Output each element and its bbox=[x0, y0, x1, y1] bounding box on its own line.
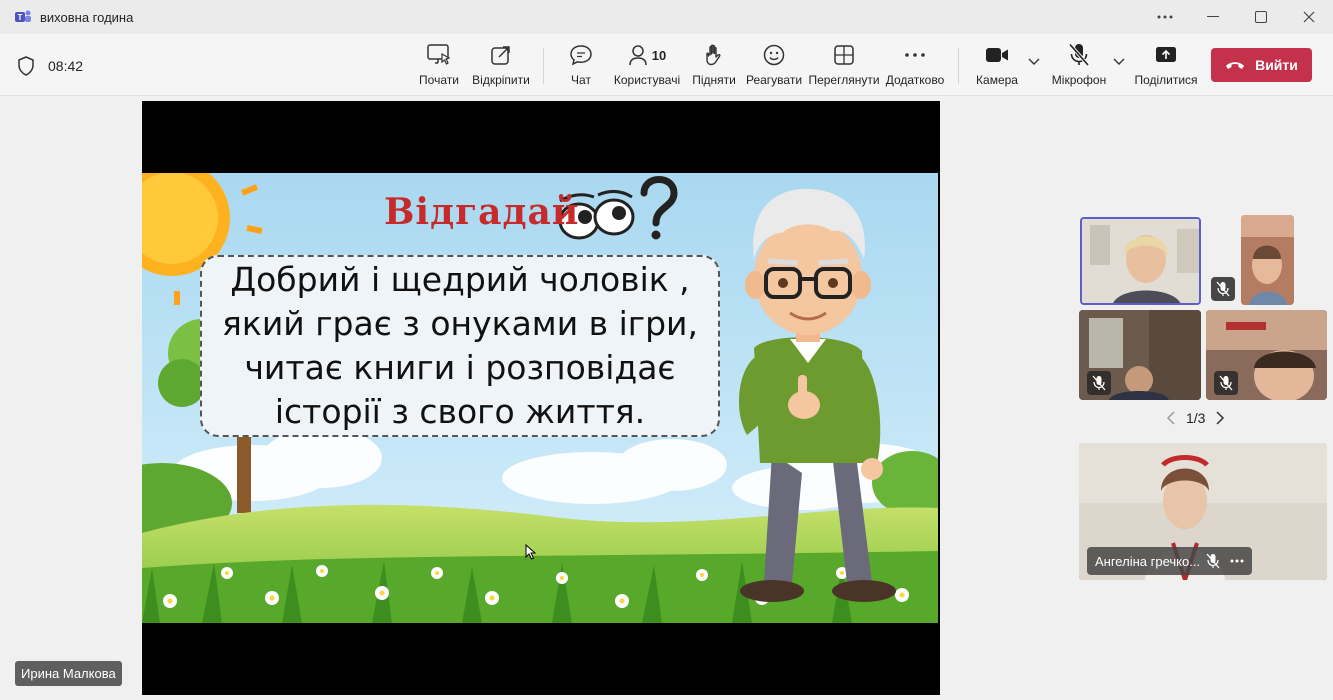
spotlight-name-tag: Ангеліна гречко... bbox=[1087, 547, 1253, 575]
participant-tile[interactable] bbox=[1241, 215, 1294, 305]
mic-label: Мікрофон bbox=[1051, 73, 1107, 87]
mouse-cursor-icon bbox=[525, 544, 537, 560]
video-feed bbox=[1241, 215, 1294, 305]
hand-icon bbox=[706, 44, 721, 66]
more-dots-icon bbox=[905, 53, 925, 57]
shared-screen: Відгадай Добрий і щедрий чоловік , який … bbox=[142, 101, 940, 695]
tile-mic-off-icon bbox=[1214, 371, 1238, 395]
share-button[interactable]: Поділитися bbox=[1134, 42, 1198, 92]
participant-tile-active-speaker[interactable] bbox=[1080, 217, 1201, 305]
people-icon bbox=[629, 45, 647, 66]
participant-tile[interactable] bbox=[1206, 310, 1327, 400]
gallery-pager: 1/3 bbox=[1166, 410, 1225, 426]
popout-icon bbox=[491, 46, 510, 65]
share-label: Поділитися bbox=[1134, 73, 1198, 87]
presenter-name-tag: Ирина Малкова bbox=[15, 661, 122, 686]
chat-icon bbox=[570, 45, 592, 66]
title-bar: T виховна година bbox=[0, 0, 1333, 34]
riddle-box: Добрий і щедрий чоловік , який грає з он… bbox=[200, 255, 720, 437]
video-feed bbox=[1082, 219, 1199, 303]
slide: Відгадай Добрий і щедрий чоловік , який … bbox=[142, 173, 938, 623]
react-label: Реагувати bbox=[745, 73, 803, 87]
toolbar-divider bbox=[543, 48, 544, 84]
chevron-left-icon[interactable] bbox=[1166, 411, 1176, 425]
more-options-icon[interactable] bbox=[1141, 0, 1189, 34]
raise-hand-button[interactable]: Підняти bbox=[692, 42, 736, 92]
screen-pointer-icon bbox=[427, 44, 451, 65]
participant-tile[interactable] bbox=[1079, 310, 1201, 400]
react-button[interactable]: Реагувати bbox=[745, 42, 803, 92]
view-label: Переглянути bbox=[808, 73, 880, 87]
window-title: виховна година bbox=[40, 9, 134, 25]
raise-hand-label: Підняти bbox=[692, 73, 736, 87]
camera-icon bbox=[986, 48, 1008, 62]
chat-label: Чат bbox=[571, 73, 591, 87]
chat-button[interactable]: Чат bbox=[565, 42, 597, 92]
mic-off-icon bbox=[1068, 43, 1090, 67]
teams-logo-icon: T bbox=[15, 10, 31, 22]
camera-chevron-down-icon[interactable] bbox=[1028, 58, 1040, 66]
start-label: Почати bbox=[419, 73, 459, 87]
maximize-icon[interactable] bbox=[1237, 0, 1285, 34]
more-label: Додатково bbox=[885, 73, 945, 87]
people-label: Користувачі bbox=[613, 73, 681, 87]
meeting-toolbar: 08:42 Почати Відкріпити Чат 10 Користува… bbox=[0, 34, 1333, 96]
people-button[interactable]: 10 Користувачі bbox=[613, 42, 681, 92]
mic-chevron-down-icon[interactable] bbox=[1113, 58, 1125, 66]
popout-label: Відкріпити bbox=[472, 73, 530, 87]
gallery-page-indicator: 1/3 bbox=[1186, 410, 1206, 426]
spotlight-participant-name: Ангеліна гречко... bbox=[1095, 553, 1201, 569]
slide-heading: Відгадай bbox=[384, 191, 580, 233]
more-button[interactable]: Додатково bbox=[885, 42, 945, 92]
grid-view-icon bbox=[834, 45, 854, 65]
shield-icon bbox=[18, 56, 34, 76]
minimize-icon[interactable] bbox=[1189, 0, 1237, 34]
leave-label: Вийти bbox=[1255, 57, 1298, 73]
close-icon[interactable] bbox=[1285, 0, 1333, 34]
tile-mic-off-icon bbox=[1087, 371, 1111, 395]
hang-up-icon bbox=[1226, 62, 1245, 69]
smiley-icon bbox=[763, 44, 785, 66]
leave-button[interactable]: Вийти bbox=[1211, 48, 1312, 82]
view-button[interactable]: Переглянути bbox=[808, 42, 880, 92]
chevron-right-icon[interactable] bbox=[1215, 411, 1225, 425]
camera-button[interactable]: Камера bbox=[975, 42, 1019, 92]
tile-mic-off-icon bbox=[1211, 277, 1235, 301]
spotlight-participant-tile[interactable]: Ангеліна гречко... bbox=[1079, 443, 1327, 580]
toolbar-divider bbox=[958, 48, 959, 84]
camera-label: Камера bbox=[976, 73, 1018, 87]
meeting-timer: 08:42 bbox=[48, 58, 84, 74]
people-count: 10 bbox=[651, 47, 667, 63]
popout-button[interactable]: Відкріпити bbox=[471, 42, 531, 92]
tile-mic-off-icon bbox=[1206, 553, 1220, 569]
mic-button[interactable]: Мікрофон bbox=[1049, 42, 1109, 92]
share-screen-icon bbox=[1156, 47, 1176, 62]
svg-text:T: T bbox=[18, 13, 23, 22]
start-button[interactable]: Почати bbox=[416, 42, 462, 92]
more-options-icon[interactable] bbox=[1230, 559, 1244, 563]
riddle-text: Добрий і щедрий чоловік , який грає з он… bbox=[222, 260, 698, 431]
